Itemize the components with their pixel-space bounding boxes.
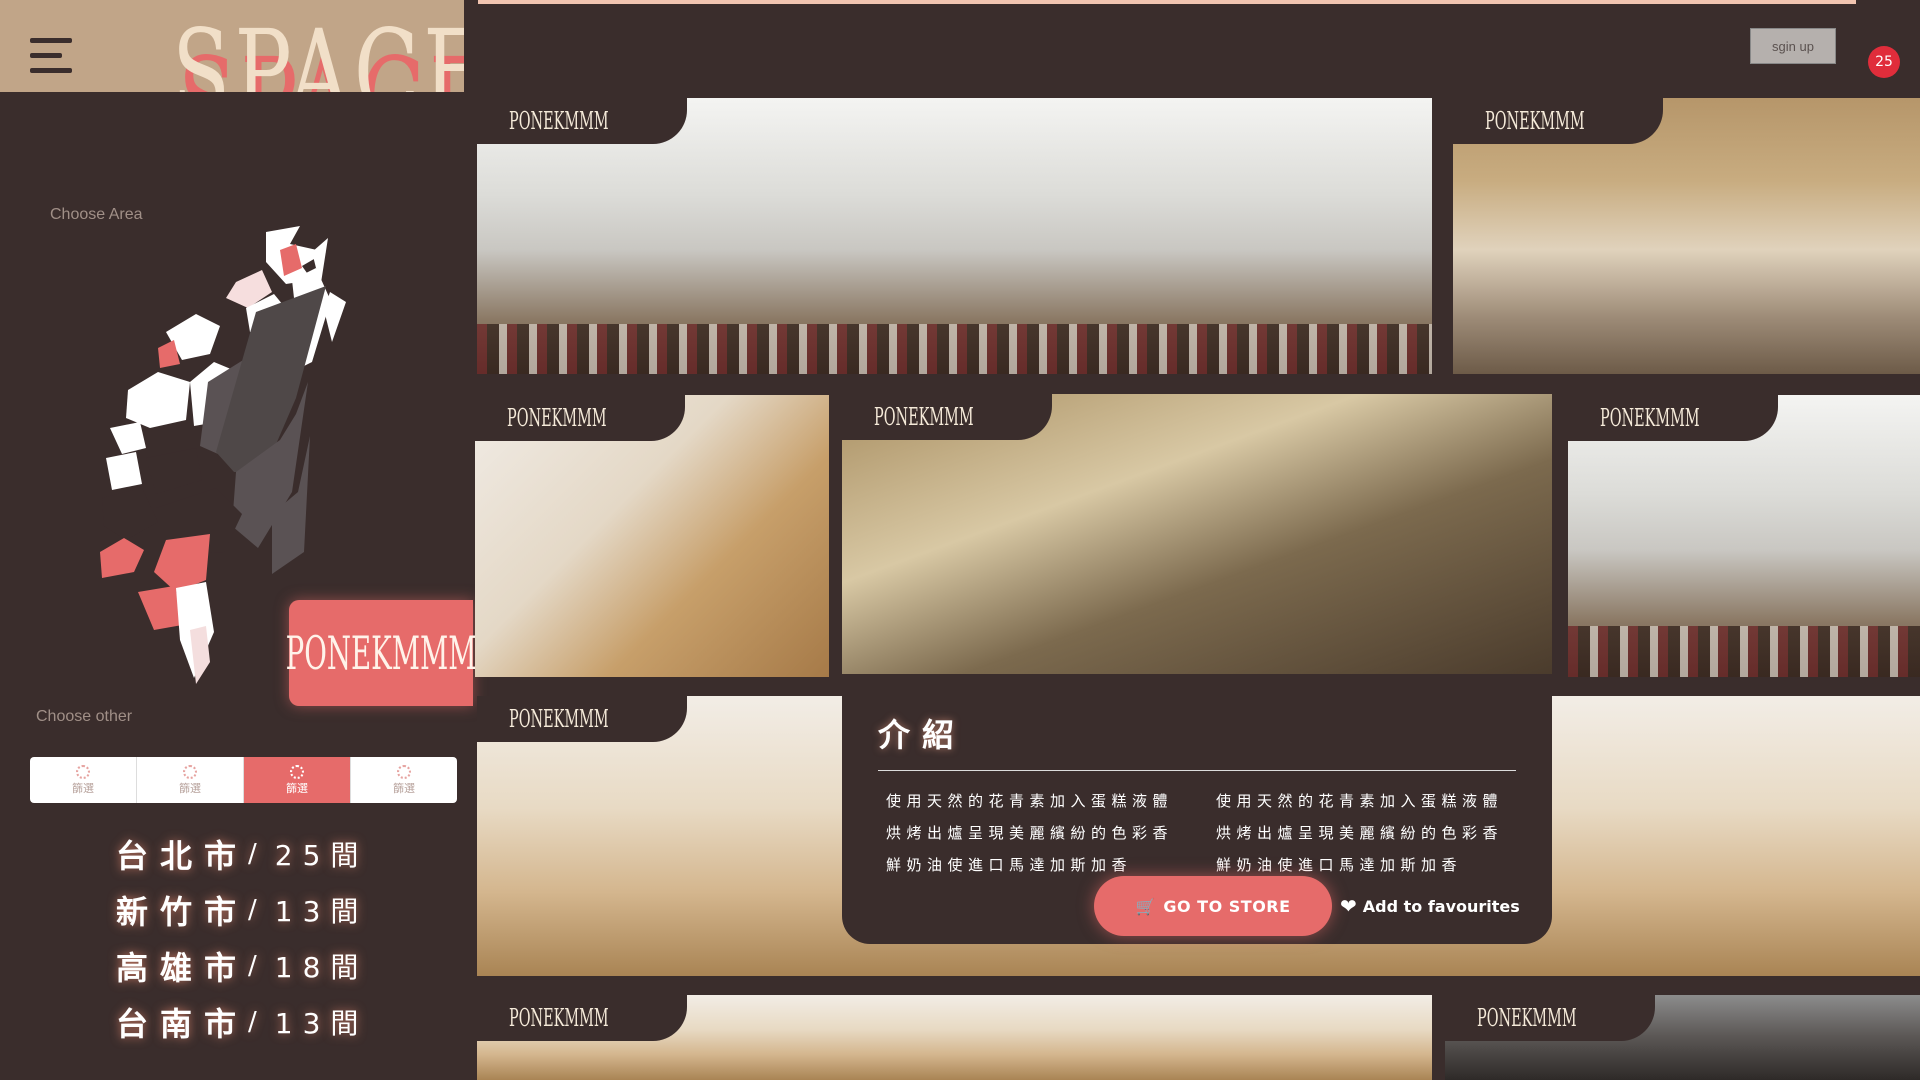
- card-tab: PONEKMMM: [477, 98, 687, 144]
- flower-icon: [183, 764, 197, 779]
- logo-box: SPACE SPACE: [0, 0, 464, 92]
- card-tab: PONEKMMM: [842, 394, 1052, 440]
- info-line: 使用天然的花青素加入蛋糕液體: [886, 792, 1174, 810]
- card-label: PONEKMMM: [1485, 107, 1585, 135]
- selected-area-badge[interactable]: PONEKMMM: [286, 600, 476, 706]
- filter-label: 篩選: [393, 781, 415, 795]
- info-line: 烘烤出爐呈現美麗繽紛的色彩香: [886, 824, 1174, 842]
- info-line: 使用天然的花青素加入蛋糕液體: [1216, 792, 1504, 810]
- city-row-kaohsiung[interactable]: 高雄市/18間: [116, 938, 368, 994]
- city-name: 新竹市: [116, 893, 249, 931]
- card-label: PONEKMMM: [509, 1004, 609, 1032]
- store-card-2[interactable]: PONEKMMM: [1453, 98, 1920, 374]
- card-label: PONEKMMM: [1477, 1004, 1577, 1032]
- flower-icon: [290, 764, 304, 779]
- filter-button-4[interactable]: 篩選: [351, 757, 457, 803]
- card-tab: PONEKMMM: [475, 395, 685, 441]
- map-region-central-west[interactable]: [146, 448, 202, 494]
- store-card-7[interactable]: PONEKMMM: [477, 995, 1432, 1080]
- store-card-5[interactable]: PONEKMMM: [1568, 395, 1920, 677]
- store-card-4[interactable]: PONEKMMM: [842, 394, 1552, 676]
- add-to-favourites-button[interactable]: ❤ Add to favourites: [1340, 896, 1520, 916]
- store-card-1[interactable]: PONEKMMM: [477, 98, 1432, 374]
- filter-label: 篩選: [72, 781, 94, 795]
- city-count: 13間: [274, 1007, 369, 1040]
- card-label: PONEKMMM: [507, 404, 607, 432]
- sidebar: SPACE SPACE Choose Area PONEKMMM Choose …: [0, 0, 478, 1080]
- basket-icon: 🛒: [1135, 896, 1156, 916]
- city-slash: /: [248, 839, 269, 869]
- go-to-store-button[interactable]: 🛒 GO TO STORE: [1094, 876, 1332, 936]
- card-tab: PONEKMMM: [1568, 395, 1778, 441]
- filter-label: 篩選: [286, 781, 308, 795]
- info-divider: [878, 770, 1516, 771]
- city-list: 台北市/25間 新竹市/13間 高雄市/18間 台南市/13間: [116, 826, 368, 1050]
- store-card-8[interactable]: PONEKMMM: [1445, 995, 1920, 1080]
- card-label: PONEKMMM: [874, 403, 974, 431]
- city-slash: /: [248, 1007, 269, 1037]
- store-card-3[interactable]: PONEKMMM: [475, 395, 829, 677]
- card-label: PONEKMMM: [509, 107, 609, 135]
- choose-other-label: Choose other: [36, 708, 133, 725]
- city-name: 台北市: [116, 837, 249, 875]
- cart-count: 25: [1875, 54, 1893, 70]
- logo-text[interactable]: SPACE: [172, 14, 464, 92]
- store-info-panel: 介紹 使用天然的花青素加入蛋糕液體 烘烤出爐呈現美麗繽紛的色彩香 鮮奶油使進口馬…: [842, 674, 1552, 944]
- card-tab: PONEKMMM: [477, 995, 687, 1041]
- city-row-hsinchu[interactable]: 新竹市/13間: [116, 882, 368, 938]
- top-accent-strip: [478, 0, 1856, 4]
- filter-button-1[interactable]: 篩選: [30, 757, 137, 803]
- card-label: PONEKMMM: [1600, 404, 1700, 432]
- signup-button[interactable]: sgin up: [1750, 28, 1836, 64]
- map-region-tainan[interactable]: [100, 538, 144, 578]
- card-label: PONEKMMM: [509, 705, 609, 733]
- city-count: 25間: [274, 839, 369, 872]
- city-name: 高雄市: [116, 949, 249, 987]
- hamburger-menu-icon[interactable]: [30, 38, 72, 76]
- card-tab: PONEKMMM: [1453, 98, 1663, 144]
- filter-label: 篩選: [179, 781, 201, 795]
- info-description: 使用天然的花青素加入蛋糕液體 烘烤出爐呈現美麗繽紛的色彩香 鮮奶油使進口馬達加斯…: [878, 785, 1516, 881]
- map-region-changhua[interactable]: [110, 422, 146, 454]
- map-region-taichung[interactable]: [126, 372, 190, 428]
- info-line: 烘烤出爐呈現美麗繽紛的色彩香: [1216, 824, 1504, 842]
- info-column-left: 使用天然的花青素加入蛋糕液體 烘烤出爐呈現美麗繽紛的色彩香 鮮奶油使進口馬達加斯…: [886, 785, 1186, 881]
- info-column-right: 使用天然的花青素加入蛋糕液體 烘烤出爐呈現美麗繽紛的色彩香 鮮奶油使進口馬達加斯…: [1216, 785, 1516, 881]
- city-slash: /: [248, 895, 269, 925]
- map-region-chiayi[interactable]: [102, 488, 158, 540]
- selected-area-label: PONEKMMM: [285, 626, 477, 680]
- city-row-taipei[interactable]: 台北市/25間: [116, 826, 368, 882]
- info-title: 介紹: [878, 716, 967, 754]
- city-count: 13間: [274, 895, 369, 928]
- filter-button-3[interactable]: 篩選: [244, 757, 351, 803]
- card-tab: PONEKMMM: [477, 696, 687, 742]
- city-slash: /: [248, 951, 269, 981]
- flower-icon: [397, 764, 411, 779]
- filter-bar: 篩選 篩選 篩選 篩選: [30, 757, 457, 803]
- cart-badge[interactable]: 25: [1868, 46, 1900, 78]
- map-region-yunlin[interactable]: [106, 452, 142, 490]
- heart-icon: ❤: [1340, 894, 1357, 918]
- card-tab: PONEKMMM: [1445, 995, 1655, 1041]
- flower-icon: [76, 764, 90, 779]
- city-row-tainan[interactable]: 台南市/13間: [116, 994, 368, 1050]
- city-name: 台南市: [116, 1005, 249, 1043]
- filter-button-2[interactable]: 篩選: [137, 757, 244, 803]
- city-count: 18間: [274, 951, 369, 984]
- add-to-favourites-label: Add to favourites: [1362, 896, 1520, 916]
- go-to-store-label: GO TO STORE: [1163, 896, 1291, 916]
